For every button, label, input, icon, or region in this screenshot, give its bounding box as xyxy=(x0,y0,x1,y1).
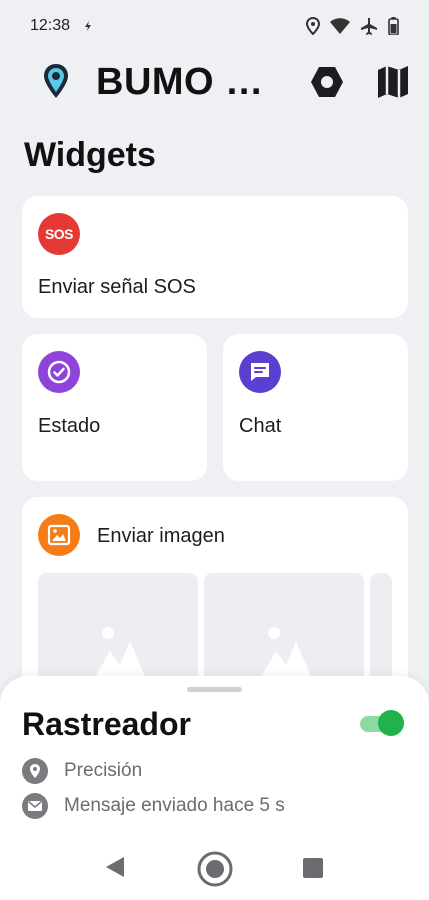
wifi-icon xyxy=(330,18,350,34)
toggle-thumb xyxy=(378,710,404,736)
mail-icon xyxy=(22,793,48,819)
status-bar: 12:38 xyxy=(0,0,429,52)
estado-widget-label: Estado xyxy=(38,415,101,437)
bumo-logo-icon xyxy=(38,62,74,102)
image-icon xyxy=(38,514,80,556)
image-placeholder-icon xyxy=(260,627,312,679)
chat-bubble-icon xyxy=(239,351,281,393)
send-image-label: Enviar imagen xyxy=(97,525,225,547)
drag-handle[interactable] xyxy=(187,687,242,692)
app-title: BUMO B... xyxy=(96,60,286,103)
app-actions xyxy=(309,64,411,100)
widgets-section-title: Widgets xyxy=(24,136,156,174)
estado-widget-card[interactable]: Estado xyxy=(22,334,207,481)
recents-icon[interactable] xyxy=(303,858,323,878)
status-icons xyxy=(306,17,399,35)
status-time: 12:38 xyxy=(30,17,71,34)
tracker-title: Rastreador xyxy=(22,706,191,742)
precision-text: Precisión xyxy=(64,760,143,781)
back-icon[interactable] xyxy=(104,856,126,878)
message-row: Mensaje enviado hace 5 s xyxy=(22,793,285,819)
tracker-toggle[interactable] xyxy=(360,708,404,738)
battery-icon xyxy=(388,17,399,35)
sos-widget-card[interactable]: SOS Enviar señal SOS xyxy=(22,196,408,318)
location-pin-icon xyxy=(22,758,48,784)
location-icon xyxy=(306,17,320,35)
status-left: 12:38 xyxy=(30,17,92,35)
system-nav-bar xyxy=(0,836,429,900)
image-placeholder-icon xyxy=(94,627,146,679)
home-icon[interactable] xyxy=(196,850,234,888)
sos-icon: SOS xyxy=(38,213,80,255)
message-status-text: Mensaje enviado hace 5 s xyxy=(64,795,285,816)
settings-hexagon-icon[interactable] xyxy=(309,64,345,100)
airplane-icon xyxy=(361,18,377,35)
precision-row: Precisión xyxy=(22,758,142,784)
status-check-icon xyxy=(38,351,80,393)
chat-widget-card[interactable]: Chat xyxy=(223,334,408,481)
chat-widget-label: Chat xyxy=(239,415,282,437)
notification-dot-icon xyxy=(85,21,92,31)
sos-widget-label: Enviar señal SOS xyxy=(38,276,196,298)
map-icon[interactable] xyxy=(375,64,411,100)
app-bar: BUMO B... xyxy=(0,52,429,112)
